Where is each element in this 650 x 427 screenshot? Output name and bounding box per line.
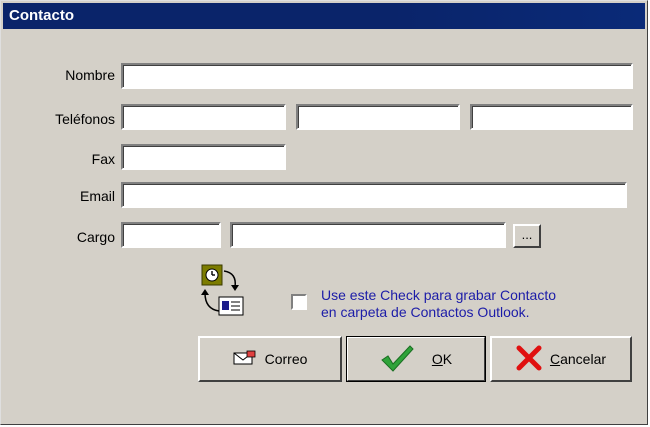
telefono-1-input[interactable] [121, 104, 286, 130]
email-input[interactable] [121, 182, 627, 208]
window-title: Contacto [9, 7, 74, 24]
cargo-description-box[interactable] [236, 227, 500, 243]
telefono-3-box[interactable] [476, 109, 627, 125]
ok-button[interactable]: OK [346, 336, 486, 382]
red-x-icon [516, 345, 542, 374]
telefono-2-box[interactable] [302, 109, 454, 125]
cargo-code-box[interactable] [127, 227, 215, 243]
ok-label-rest: K [442, 351, 453, 367]
outlook-check-text-line1: Use este Check para grabar Contacto [321, 287, 557, 303]
email-label: Email [79, 188, 115, 204]
correo-label: Correo [264, 351, 308, 367]
outlook-contact-sync-icon [197, 263, 249, 319]
ok-accelerator: O [431, 351, 443, 367]
telefono-3-input[interactable] [470, 104, 633, 130]
outlook-checkbox[interactable] [291, 294, 307, 310]
cancel-button[interactable]: Cancelar [490, 336, 632, 382]
outlook-check-text-line2: en carpeta de Contactos Outlook. [321, 304, 530, 320]
mail-envelope-icon [233, 350, 257, 369]
telefono-2-input[interactable] [296, 104, 460, 130]
cargo-label: Cargo [76, 229, 115, 245]
telefono-1-box[interactable] [127, 109, 280, 125]
nombre-input[interactable] [121, 63, 633, 89]
cargo-browse-button[interactable]: ... [513, 224, 541, 248]
contact-dialog: Contacto Nombre Teléfonos Fax Email Carg… [0, 0, 648, 425]
email-input-box[interactable] [127, 187, 621, 203]
ok-label: OK [432, 351, 452, 367]
telefonos-label: Teléfonos [55, 111, 115, 127]
title-bar[interactable]: Contacto [3, 3, 645, 29]
outlook-check-label[interactable]: Use este Check para grabar Contacto en c… [321, 287, 641, 321]
nombre-label: Nombre [65, 67, 115, 83]
cancel-accelerator: C [549, 351, 561, 367]
correo-button[interactable]: Correo [198, 336, 342, 382]
cargo-code-input[interactable] [121, 222, 221, 248]
fax-label: Fax [91, 151, 115, 167]
cancel-label-rest: ancelar [560, 351, 607, 367]
cancel-label: Cancelar [550, 351, 606, 367]
cargo-description-input[interactable] [230, 222, 506, 248]
fax-input[interactable] [121, 144, 286, 170]
checkmark-icon [380, 344, 414, 375]
fax-input-box[interactable] [127, 149, 280, 165]
nombre-input-box[interactable] [127, 68, 627, 84]
